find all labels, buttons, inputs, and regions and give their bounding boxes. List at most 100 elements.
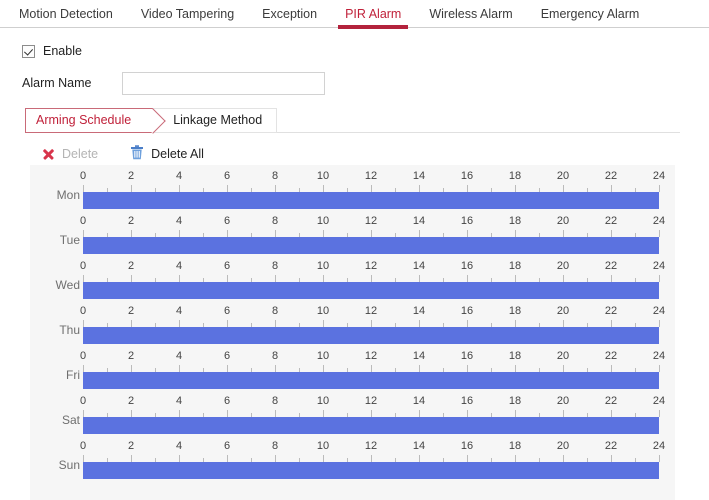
- hour-tick-label: 2: [127, 440, 135, 452]
- tab-emergency-alarm[interactable]: Emergency Alarm: [527, 0, 654, 28]
- tab-pir-alarm[interactable]: PIR Alarm: [331, 0, 415, 29]
- schedule-row-mon: Mon 0 2 4 6 8 10 12 14 16 18 20 22 24: [30, 165, 675, 210]
- hour-tick: [659, 275, 660, 282]
- arming-schedule-grid: Mon 0 2 4 6 8 10 12 14 16 18 20 22 24 Tue 0 2 4 6 8 10 12 14 16…: [30, 165, 675, 500]
- hour-tick: [515, 185, 516, 192]
- alarm-name-input[interactable]: [122, 71, 325, 95]
- hour-tick-label: 16: [460, 350, 474, 362]
- hour-tick: [563, 185, 564, 192]
- hour-tick: [131, 320, 132, 327]
- hour-tick-label: 8: [271, 215, 279, 227]
- hour-tick: [563, 230, 564, 237]
- schedule-segment[interactable]: [83, 327, 659, 344]
- schedule-segment[interactable]: [83, 372, 659, 389]
- hour-tick-label: 18: [508, 395, 522, 407]
- enable-row: Enable: [22, 42, 709, 60]
- hour-tick: [611, 185, 612, 192]
- alarm-name-label: Alarm Name: [22, 76, 92, 90]
- subtab-linkage-method[interactable]: Linkage Method: [153, 108, 278, 133]
- hour-tick-label: 0: [79, 170, 87, 182]
- hour-tick: [275, 365, 276, 372]
- hour-tick-label: 16: [460, 260, 474, 272]
- hour-tick: [179, 365, 180, 372]
- schedule-segment[interactable]: [83, 462, 659, 479]
- hour-tick: [83, 320, 84, 327]
- schedule-segment[interactable]: [83, 192, 659, 209]
- hour-tick-label: 4: [175, 395, 183, 407]
- hour-tick-label: 0: [79, 440, 87, 452]
- hour-tick-label: 0: [79, 260, 87, 272]
- schedule-track[interactable]: 0 2 4 6 8 10 12 14 16 18 20 22 24: [79, 440, 665, 479]
- hour-tick-label: 14: [412, 260, 426, 272]
- hour-tick: [323, 410, 324, 417]
- subtab-arming-schedule-label: Arming Schedule: [36, 113, 132, 127]
- hour-tick: [323, 230, 324, 237]
- subtab-arming-schedule[interactable]: Arming Schedule: [25, 108, 154, 133]
- schedule-segment[interactable]: [83, 282, 659, 299]
- hour-tick: [83, 185, 84, 192]
- schedule-segment[interactable]: [83, 417, 659, 434]
- schedule-track[interactable]: 0 2 4 6 8 10 12 14 16 18 20 22 24: [79, 260, 665, 299]
- hour-tick: [371, 455, 372, 462]
- schedule-segment[interactable]: [83, 237, 659, 254]
- hour-tick-label: 2: [127, 170, 135, 182]
- delete-button[interactable]: Delete: [42, 147, 98, 161]
- hour-tick: [371, 230, 372, 237]
- hour-tick: [371, 320, 372, 327]
- hour-tick: [611, 275, 612, 282]
- hour-tick: [419, 365, 420, 372]
- schedule-track[interactable]: 0 2 4 6 8 10 12 14 16 18 20 22 24: [79, 170, 665, 209]
- hour-tick: [131, 230, 132, 237]
- hour-tick: [611, 320, 612, 327]
- hour-tick-label: 6: [223, 260, 231, 272]
- hour-tick: [611, 455, 612, 462]
- hour-tick-label: 4: [175, 440, 183, 452]
- schedule-track[interactable]: 0 2 4 6 8 10 12 14 16 18 20 22 24: [79, 350, 665, 389]
- hour-tick: [227, 275, 228, 282]
- schedule-track[interactable]: 0 2 4 6 8 10 12 14 16 18 20 22 24: [80, 305, 665, 344]
- hour-tick: [275, 410, 276, 417]
- hour-tick: [371, 275, 372, 282]
- tab-video-tampering[interactable]: Video Tampering: [127, 0, 248, 28]
- close-icon: [42, 148, 55, 161]
- delete-all-button[interactable]: Delete All: [130, 145, 204, 163]
- schedule-row-tue: Tue 0 2 4 6 8 10 12 14 16 18 20 22 24: [30, 210, 675, 255]
- hour-tick: [515, 320, 516, 327]
- hour-tick: [323, 365, 324, 372]
- day-label: Tue: [59, 233, 80, 247]
- hour-tick: [515, 230, 516, 237]
- hour-tick-label: 18: [508, 260, 522, 272]
- hour-tick: [371, 410, 372, 417]
- hour-tick-label: 20: [556, 440, 570, 452]
- hour-tick: [83, 455, 84, 462]
- hour-tick-label: 16: [460, 440, 474, 452]
- subtab-bar: Arming Schedule Linkage Method: [25, 108, 680, 133]
- hour-tick-label: 20: [556, 395, 570, 407]
- hour-tick: [467, 275, 468, 282]
- tab-wireless-alarm[interactable]: Wireless Alarm: [415, 0, 526, 28]
- schedule-row-wed: Wed 0 2 4 6 8 10 12 14 16 18 20 22 24: [30, 255, 675, 300]
- tab-label: PIR Alarm: [345, 6, 402, 21]
- hour-ruler: 0 2 4 6 8 10 12 14 16 18 20 22 24: [80, 215, 665, 237]
- hour-tick-label: 0: [79, 350, 87, 362]
- hour-tick: [83, 230, 84, 237]
- subtab-linkage-method-label: Linkage Method: [173, 113, 263, 127]
- hour-tick-label: 8: [271, 260, 279, 272]
- hour-tick-label: 10: [316, 440, 330, 452]
- hour-tick: [179, 410, 180, 417]
- hour-tick-label: 14: [412, 440, 426, 452]
- schedule-track[interactable]: 0 2 4 6 8 10 12 14 16 18 20 22 24: [80, 395, 665, 434]
- tab-exception[interactable]: Exception: [248, 0, 331, 28]
- hour-ruler: 0 2 4 6 8 10 12 14 16 18 20 22 24: [80, 305, 665, 327]
- tab-motion-detection[interactable]: Motion Detection: [5, 0, 127, 28]
- hour-tick-label: 24: [652, 215, 666, 227]
- hour-tick: [227, 410, 228, 417]
- hour-tick: [419, 320, 420, 327]
- hour-tick: [659, 365, 660, 372]
- hour-tick-label: 16: [460, 305, 474, 317]
- hour-tick-label: 18: [508, 215, 522, 227]
- hour-tick: [131, 275, 132, 282]
- enable-checkbox[interactable]: [22, 44, 35, 58]
- hour-tick-label: 12: [364, 170, 378, 182]
- schedule-track[interactable]: 0 2 4 6 8 10 12 14 16 18 20 22 24: [80, 215, 665, 254]
